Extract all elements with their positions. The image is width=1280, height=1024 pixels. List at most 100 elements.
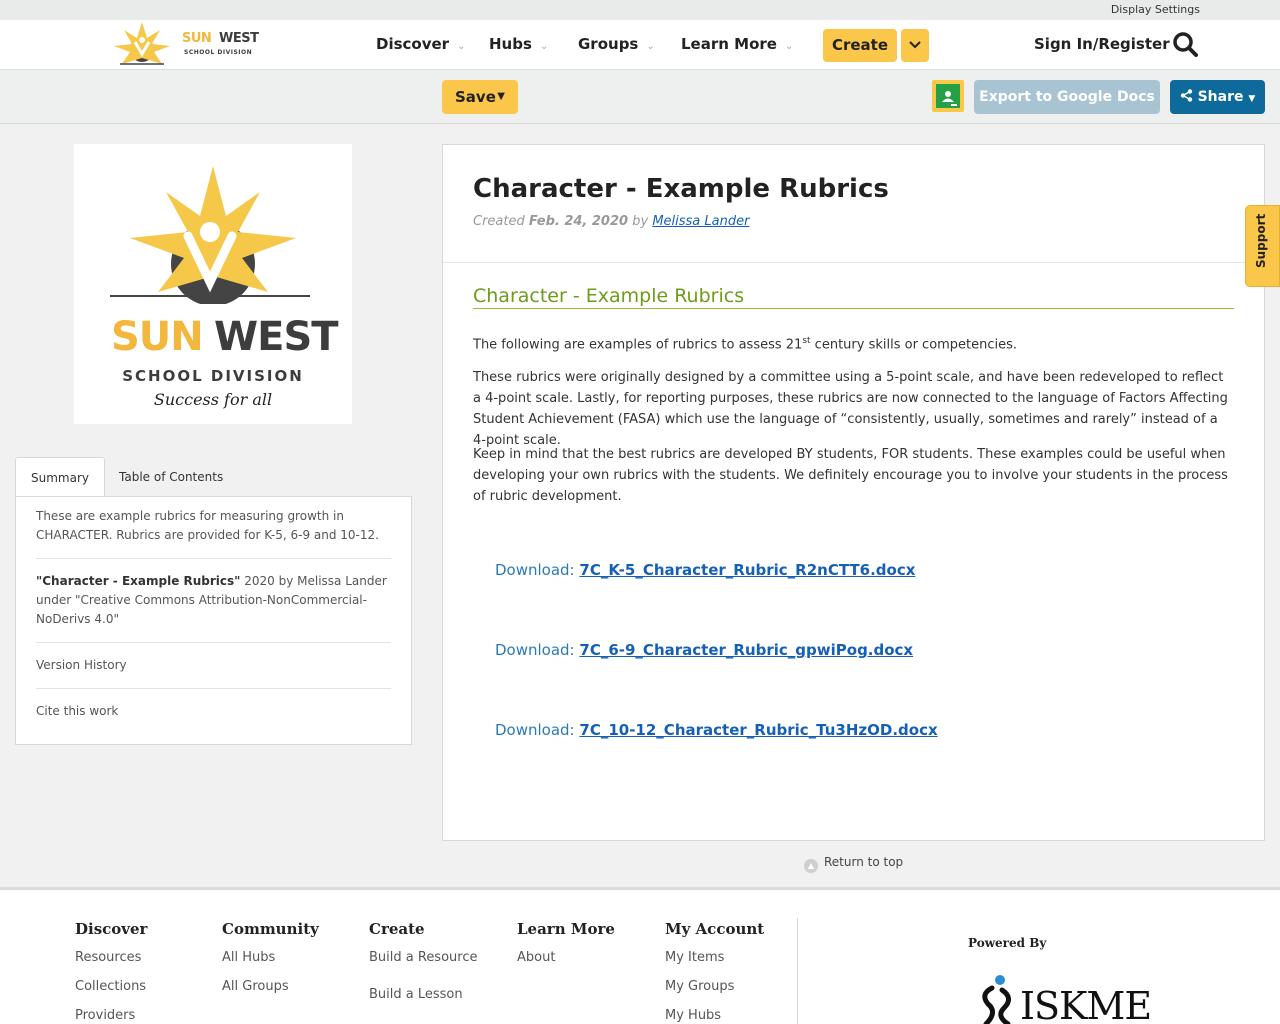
google-classroom-button[interactable] — [932, 80, 964, 112]
save-button[interactable]: Save ▼ — [442, 80, 518, 114]
nav-discover[interactable]: Discover ⌄ — [376, 35, 465, 53]
support-tab[interactable]: Support — [1245, 205, 1280, 287]
footer-link-collections[interactable]: Collections — [75, 979, 146, 994]
license-title: "Character - Example Rubrics" — [36, 574, 241, 588]
nav-learn-more-label: Learn More — [681, 35, 777, 53]
export-google-docs-button[interactable]: Export to Google Docs — [974, 80, 1160, 114]
footer-link-build-lesson[interactable]: Build a Lesson — [369, 987, 463, 1002]
advice-paragraph: Keep in mind that the best rubrics are d… — [473, 447, 1228, 504]
share-icon — [1180, 89, 1192, 102]
download-item: Download: 7C_6-9_Character_Rubric_gpwiPo… — [495, 641, 913, 659]
footer-my-account-heading: My Account — [665, 920, 765, 938]
download-label: Download: — [495, 561, 580, 579]
footer-create-heading: Create — [369, 920, 425, 938]
para1-start: The following are examples of rubrics to… — [473, 337, 803, 353]
para1-end: century skills or competencies. — [810, 337, 1018, 353]
return-to-top-label: Return to top — [824, 855, 904, 869]
footer-link-my-hubs[interactable]: My Hubs — [665, 1008, 721, 1023]
share-button-label: Share — [1197, 89, 1244, 105]
nav-groups[interactable]: Groups ⌄ — [578, 35, 655, 53]
footer-link-providers[interactable]: Providers — [75, 1008, 135, 1023]
sign-in-register-link[interactable]: Sign In/Register — [1034, 35, 1170, 53]
footer-divider — [797, 918, 798, 1024]
logo-word-west: WEST — [214, 314, 339, 360]
chevron-down-icon — [909, 41, 921, 49]
created-meta: Created Feb. 24, 2020 by Melissa Lander — [473, 214, 749, 229]
logo-word-sun: SUN — [182, 31, 212, 46]
download-label: Download: — [495, 721, 580, 739]
summary-text: These are example rubrics for measuring … — [36, 509, 379, 542]
download-link-10-12[interactable]: 7C_10-12_Character_Rubric_Tu3HzOD.docx — [579, 721, 937, 739]
support-label: Support — [1254, 213, 1268, 268]
powered-by-label: Powered By — [968, 936, 1047, 950]
resource-header: Character - Example Rubrics Created Feb.… — [443, 145, 1264, 263]
create-button[interactable]: Create — [823, 29, 897, 62]
download-link-k5[interactable]: 7C_K-5_Character_Rubric_R2nCTT6.docx — [579, 561, 915, 579]
caret-down-icon: ▼ — [497, 91, 505, 102]
cite-this-work-link[interactable]: Cite this work — [36, 702, 391, 721]
iskme-logo[interactable]: ISKME — [978, 974, 1152, 1024]
search-icon[interactable] — [1172, 31, 1198, 57]
footer-link-all-hubs[interactable]: All Hubs — [222, 950, 275, 965]
version-history-link[interactable]: Version History — [36, 656, 391, 675]
nav-hubs-label: Hubs — [489, 35, 532, 53]
iskme-figure-icon — [982, 975, 1011, 1024]
sidebar-tabs: Summary Table of Contents — [15, 457, 412, 498]
footer-learn-more-heading: Learn More — [517, 920, 615, 938]
chevron-down-icon: ⌄ — [784, 41, 794, 52]
display-settings-link[interactable]: Display Settings — [1111, 3, 1200, 16]
nav-discover-label: Discover — [376, 35, 450, 53]
resource-content: Character - Example Rubrics Created Feb.… — [442, 144, 1265, 841]
intro-paragraph: The following are examples of rubrics to… — [473, 331, 1234, 355]
logo-tagline: Success for all — [153, 390, 273, 409]
logo-word-west: WEST — [219, 31, 259, 46]
footer-discover-heading: Discover — [75, 920, 148, 938]
download-item: Download: 7C_10-12_Character_Rubric_Tu3H… — [495, 721, 938, 739]
footer-link-about[interactable]: About — [517, 950, 555, 965]
footer-link-build-resource[interactable]: Build a Resource — [369, 950, 477, 965]
site-logo[interactable]: SUN WEST SCHOOL DIVISION — [112, 20, 262, 68]
page-title: Character - Example Rubrics — [473, 174, 889, 204]
nav-groups-label: Groups — [578, 35, 639, 53]
logo-subtitle: SCHOOL DIVISION — [184, 49, 253, 56]
divider — [36, 688, 391, 689]
sun-west-logo-image — [110, 166, 310, 304]
share-button[interactable]: Share ▼ — [1170, 80, 1265, 114]
divider — [36, 642, 391, 643]
sun-logo-icon — [114, 22, 170, 65]
footer-link-my-groups[interactable]: My Groups — [665, 979, 734, 994]
caret-down-icon: ▼ — [1248, 94, 1256, 104]
iskme-wordmark: ISKME — [1020, 984, 1152, 1024]
main-navbar: SUN WEST SCHOOL DIVISION Discover ⌄ Hubs ⌄… — [0, 20, 1280, 70]
tab-summary[interactable]: Summary — [15, 457, 105, 498]
logo-word-sun: SUN — [111, 314, 204, 360]
author-link[interactable]: Melissa Lander — [652, 214, 749, 229]
top-strip: Display Settings — [0, 0, 1280, 20]
resource-toolbar: Save ▼ Export to Google Docs Share ▼ — [0, 70, 1280, 124]
tab-table-of-contents[interactable]: Table of Contents — [104, 457, 238, 497]
chevron-down-icon: ⌄ — [457, 41, 466, 52]
site-footer: Discover Resources Collections Providers… — [0, 887, 1280, 1024]
footer-community-heading: Community — [222, 920, 319, 938]
download-label: Download: — [495, 641, 580, 659]
resource-thumbnail: SUN WEST SCHOOL DIVISION Success for all — [74, 144, 352, 424]
create-dropdown-button[interactable] — [901, 29, 929, 62]
created-date: Feb. 24, 2020 — [528, 214, 629, 229]
footer-link-resources[interactable]: Resources — [75, 950, 141, 965]
download-link-6-9[interactable]: 7C_6-9_Character_Rubric_gpwiPog.docx — [579, 641, 913, 659]
footer-link-all-groups[interactable]: All Groups — [222, 979, 289, 994]
summary-panel: These are example rubrics for measuring … — [15, 496, 412, 745]
section-title: Character - Example Rubrics — [473, 285, 1234, 309]
logo-subtitle: SCHOOL DIVISION — [122, 367, 304, 385]
google-classroom-icon — [936, 84, 960, 108]
license-text: "Character - Example Rubrics" 2020 by Me… — [36, 572, 391, 629]
return-to-top-link[interactable]: ▲ Return to top — [804, 855, 903, 873]
para1-superscript: st — [802, 336, 811, 346]
footer-link-my-items[interactable]: My Items — [665, 950, 724, 965]
chevron-down-icon: ⌄ — [539, 41, 549, 52]
rubric-paragraph: These rubrics were originally designed b… — [473, 370, 1228, 448]
chevron-down-icon: ⌄ — [646, 41, 655, 52]
nav-hubs[interactable]: Hubs ⌄ — [489, 35, 548, 53]
download-item: Download: 7C_K-5_Character_Rubric_R2nCTT… — [495, 561, 915, 579]
nav-learn-more[interactable]: Learn More ⌄ — [681, 35, 793, 53]
